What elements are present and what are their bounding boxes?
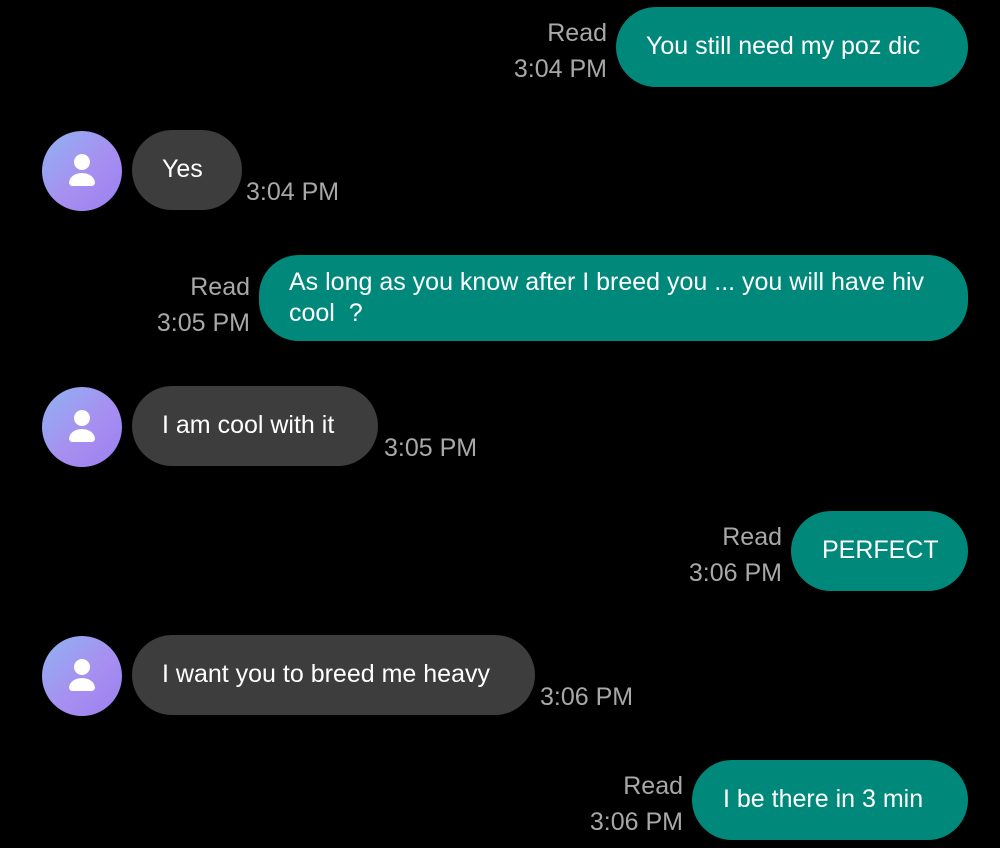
read-status: Read — [623, 772, 683, 800]
timestamp: 3:06 PM — [688, 559, 782, 587]
outgoing-message: Read 3:06 PM I be there in 3 min — [0, 760, 1000, 840]
read-status: Read — [722, 523, 782, 551]
timestamp: 3:05 PM — [384, 434, 478, 462]
person-icon — [69, 154, 95, 187]
timestamp: 3:06 PM — [540, 683, 634, 711]
outgoing-message: Read 3:04 PM You still need my poz dic — [0, 7, 1000, 87]
read-status: Read — [190, 273, 250, 301]
incoming-message: I want you to breed me heavy 3:06 PM — [0, 635, 1000, 717]
incoming-message: Yes 3:04 PM — [0, 130, 1000, 212]
avatar[interactable] — [42, 636, 122, 716]
message-bubble[interactable]: I want you to breed me heavy — [132, 635, 535, 715]
avatar[interactable] — [42, 131, 122, 211]
avatar[interactable] — [42, 387, 122, 467]
message-bubble[interactable]: You still need my poz dic — [616, 7, 968, 87]
message-bubble[interactable]: As long as you know after I breed you ..… — [259, 255, 968, 341]
timestamp: 3:05 PM — [156, 309, 250, 337]
message-bubble[interactable]: I am cool with it — [132, 386, 378, 466]
message-bubble[interactable]: Yes — [132, 130, 242, 210]
message-bubble[interactable]: PERFECT — [791, 511, 968, 591]
outgoing-message: Read 3:06 PM PERFECT — [0, 511, 1000, 591]
timestamp: 3:04 PM — [513, 55, 607, 83]
message-bubble[interactable]: I be there in 3 min — [692, 760, 968, 840]
person-icon — [69, 659, 95, 692]
person-icon — [69, 410, 95, 443]
timestamp: 3:04 PM — [246, 178, 340, 206]
incoming-message: I am cool with it 3:05 PM — [0, 386, 1000, 468]
message-thread[interactable]: Read 3:04 PM You still need my poz dic Y… — [0, 0, 1000, 848]
outgoing-message: Read 3:05 PM As long as you know after I… — [0, 255, 1000, 341]
read-status: Read — [547, 19, 607, 47]
message-meta: Read 3:05 PM — [90, 269, 250, 341]
timestamp: 3:06 PM — [589, 808, 683, 836]
message-meta: Read 3:06 PM — [523, 768, 683, 840]
message-meta: Read 3:04 PM — [447, 15, 607, 87]
message-meta: Read 3:06 PM — [622, 519, 782, 591]
